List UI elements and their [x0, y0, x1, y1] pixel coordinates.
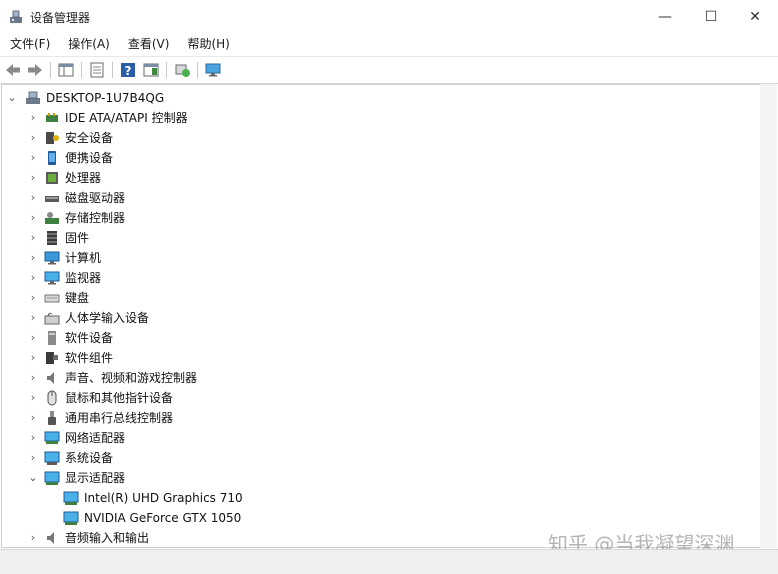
tree-item-expanded[interactable]: ⌄ 显示适配器 — [2, 468, 742, 488]
action-pane-icon[interactable] — [142, 61, 160, 79]
mouse-icon — [47, 390, 57, 406]
chevron-right-icon[interactable]: › — [27, 111, 39, 125]
vertical-scrollbar[interactable] — [760, 84, 777, 548]
tree-item[interactable]: › 鼠标和其他指针设备 — [2, 388, 742, 408]
chevron-right-icon[interactable]: › — [27, 171, 39, 185]
chevron-right-icon[interactable]: › — [27, 231, 39, 245]
tree-item[interactable]: › IDE ATA/ATAPI 控制器 — [2, 108, 742, 128]
chevron-right-icon[interactable]: › — [27, 311, 39, 325]
show-hide-tree-icon[interactable] — [57, 61, 75, 79]
tree-item[interactable]: › 软件设备 — [2, 328, 742, 348]
monitor-icon — [44, 271, 60, 285]
window-title: 设备管理器 — [30, 11, 91, 25]
usb-icon — [48, 411, 56, 425]
minimize-button[interactable]: — — [642, 0, 688, 33]
forward-arrow-icon[interactable] — [26, 61, 44, 79]
tree-child-item[interactable]: NVIDIA GeForce GTX 1050 — [2, 508, 742, 528]
chevron-right-icon[interactable]: › — [27, 151, 39, 165]
hid-icon — [44, 312, 60, 325]
tree-item[interactable]: › 便携设备 — [2, 148, 742, 168]
security-device-icon — [46, 132, 59, 144]
menu-action[interactable]: 操作(A) — [58, 33, 118, 56]
display-adapter-icon — [44, 471, 60, 485]
chevron-right-icon[interactable]: › — [27, 371, 39, 385]
tree-item[interactable]: › 监视器 — [2, 268, 742, 288]
chevron-right-icon[interactable]: › — [27, 271, 39, 285]
menu-view[interactable]: 查看(V) — [118, 33, 178, 56]
svg-text:?: ? — [125, 64, 132, 78]
chevron-right-icon[interactable]: › — [27, 211, 39, 225]
tree-item[interactable]: › 网络适配器 — [2, 428, 742, 448]
help-icon[interactable]: ? — [119, 61, 137, 79]
chevron-right-icon[interactable]: › — [27, 191, 39, 205]
tree-root-label: DESKTOP-1U7B4QG — [46, 91, 165, 105]
properties-icon[interactable] — [88, 61, 106, 79]
menu-file[interactable]: 文件(F) — [0, 33, 58, 56]
chevron-right-icon[interactable]: › — [27, 431, 39, 445]
close-icon: ✕ — [749, 8, 761, 25]
tree-item[interactable]: › 固件 — [2, 228, 742, 248]
sound-icon — [47, 372, 54, 384]
audio-io-icon — [47, 532, 54, 544]
minimize-icon: — — [658, 8, 672, 25]
storage-controller-icon — [45, 212, 59, 224]
device-manager-icon — [10, 10, 22, 23]
tree-item[interactable]: › 通用串行总线控制器 — [2, 408, 742, 428]
monitor-scan-icon[interactable] — [204, 61, 222, 79]
chevron-right-icon[interactable]: › — [27, 131, 39, 145]
close-button[interactable]: ✕ — [732, 0, 778, 33]
ide-controller-icon — [46, 113, 58, 122]
chevron-right-icon[interactable]: › — [27, 411, 39, 425]
tree-item[interactable]: › 磁盘驱动器 — [2, 188, 742, 208]
firmware-icon — [47, 231, 57, 245]
portable-device-icon — [48, 151, 56, 165]
scan-hardware-icon[interactable] — [173, 61, 191, 79]
chevron-right-icon[interactable]: › — [27, 391, 39, 405]
maximize-button[interactable]: ☐ — [688, 0, 734, 33]
tree-item[interactable]: › 安全设备 — [2, 128, 742, 148]
chevron-down-icon[interactable]: ⌄ — [6, 91, 18, 105]
display-adapter-icon — [63, 511, 79, 525]
menu-help[interactable]: 帮助(H) — [177, 33, 237, 56]
back-arrow-icon[interactable] — [4, 61, 22, 79]
status-bar — [0, 549, 778, 574]
keyboard-icon — [44, 294, 60, 303]
network-adapter-icon — [44, 431, 60, 444]
tree-item[interactable]: › 键盘 — [2, 288, 742, 308]
title-bar: 设备管理器 — ☐ ✕ — [0, 0, 778, 33]
chevron-right-icon[interactable]: › — [27, 351, 39, 365]
chevron-right-icon[interactable]: › — [27, 531, 39, 545]
processor-icon — [46, 172, 58, 184]
chevron-down-icon[interactable]: ⌄ — [27, 471, 39, 485]
device-tree: ⌄ DESKTOP-1U7B4QG › IDE ATA/ATAPI 控制器 › … — [1, 84, 761, 548]
tree-root[interactable]: ⌄ DESKTOP-1U7B4QG — [2, 88, 742, 108]
tree-item[interactable]: › 声音、视频和游戏控制器 — [2, 368, 742, 388]
disk-drive-icon — [45, 196, 59, 202]
software-device-icon — [48, 331, 56, 345]
software-component-icon — [46, 352, 58, 364]
tree-item[interactable]: › 软件组件 — [2, 348, 742, 368]
chevron-right-icon[interactable]: › — [27, 251, 39, 265]
toolbar: ? — [0, 56, 778, 84]
computer-icon — [44, 251, 60, 265]
tree-item[interactable]: › 人体学输入设备 — [2, 308, 742, 328]
system-device-icon — [44, 451, 60, 465]
tree-item[interactable]: › 计算机 — [2, 248, 742, 268]
tree-item[interactable]: › 存储控制器 — [2, 208, 742, 228]
display-adapter-icon — [63, 491, 79, 505]
tree-item[interactable]: › 系统设备 — [2, 448, 742, 468]
tree-item[interactable]: › 处理器 — [2, 168, 742, 188]
chevron-right-icon[interactable]: › — [27, 451, 39, 465]
chevron-right-icon[interactable]: › — [27, 291, 39, 305]
menu-bar: 文件(F) 操作(A) 查看(V) 帮助(H) — [0, 33, 778, 56]
computer-root-icon — [26, 91, 40, 104]
tree-child-item[interactable]: Intel(R) UHD Graphics 710 — [2, 488, 742, 508]
chevron-right-icon[interactable]: › — [27, 331, 39, 345]
maximize-icon: ☐ — [704, 8, 718, 25]
